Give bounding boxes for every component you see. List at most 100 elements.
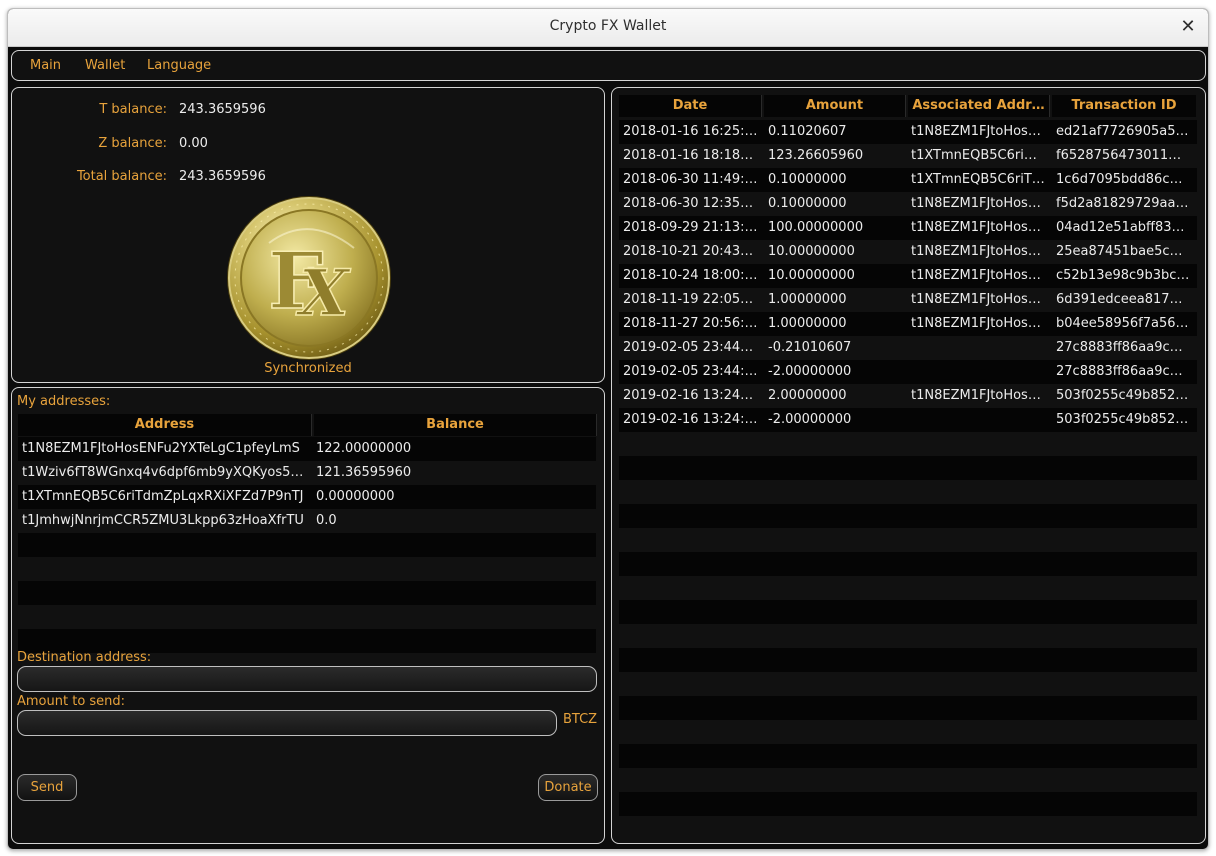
transaction-row[interactable]	[619, 600, 1197, 624]
tx-id-cell: f5d2a81829729aa…	[1056, 196, 1189, 211]
tx-amount-cell: 100.00000000	[768, 220, 864, 235]
tx-address-cell: t1N8EZM1FJtoHos…	[911, 124, 1041, 139]
tx-date-cell: 2018-11-19 22:05…	[623, 292, 754, 307]
transaction-row[interactable]	[619, 720, 1197, 744]
tx-address-cell: t1N8EZM1FJtoHos…	[911, 196, 1041, 211]
transaction-row[interactable]: 2018-10-24 18:00:… 10.00000000 t1N8EZM1FJt…	[619, 264, 1197, 288]
send-button[interactable]: Send	[17, 774, 77, 801]
transaction-row[interactable]: 2018-06-30 12:35… 0.10000000 t1N8EZM1FJtoH…	[619, 192, 1197, 216]
donate-button[interactable]: Donate	[538, 774, 598, 801]
transaction-row[interactable]: 2018-01-16 18:18… 123.26605960 t1XTmnEQB5C…	[619, 144, 1197, 168]
transaction-row[interactable]	[619, 576, 1197, 600]
fx-coin-logo: F X	[227, 196, 391, 360]
t-balance-label: T balance:	[99, 102, 167, 117]
tx-date-cell: 2018-06-30 12:35…	[623, 196, 754, 211]
destination-address-field[interactable]	[17, 666, 597, 692]
amount-label: Amount to send:	[17, 694, 126, 709]
tx-amount-cell: 2.00000000	[768, 388, 847, 403]
address-row[interactable]: t1Wziv6fT8WGnxq4v6dpf6mb9yXQKyos5… 121.36…	[18, 461, 596, 485]
address-row[interactable]	[18, 605, 596, 629]
address-row[interactable]	[18, 581, 596, 605]
date-column-header[interactable]: Date	[619, 95, 762, 117]
tx-date-cell: 2019-02-16 13:24:…	[623, 412, 758, 427]
tx-id-cell: 503f0255c49b852…	[1056, 412, 1189, 427]
address-cell: t1JmhwjNnrjmCCR5ZMU3Lkpp63zHoaXfrTU	[22, 513, 304, 528]
address-cell: t1XTmnEQB5C6riTdmZpLqxRXiXFZd7P9nTJ	[22, 489, 304, 504]
address-column-header[interactable]: Address	[18, 414, 312, 436]
transaction-row[interactable]: 2019-02-16 13:24:… -2.00000000 503f0255c49…	[619, 408, 1197, 432]
tx-id-cell: b04ee58956f7a56…	[1056, 316, 1189, 331]
transaction-row[interactable]: 2019-02-16 13:24… 2.00000000 t1N8EZM1FJtoH…	[619, 384, 1197, 408]
balance-cell: 0.00000000	[316, 489, 395, 504]
currency-label: BTCZ	[563, 712, 598, 727]
menu-main[interactable]: Main	[30, 58, 61, 73]
balance-column-header[interactable]: Balance	[314, 414, 597, 436]
transaction-row[interactable]: 2018-06-30 11:49:… 0.10000000 t1XTmnEQB5C6…	[619, 168, 1197, 192]
tx-date-cell: 2018-10-21 20:43…	[623, 244, 754, 259]
transaction-row[interactable]	[619, 432, 1197, 456]
tx-id-cell: 04ad12e51abff83…	[1056, 220, 1185, 235]
transaction-row[interactable]	[619, 552, 1197, 576]
tx-address-cell	[911, 360, 1051, 384]
tx-id-cell: ed21af7726905a5…	[1056, 124, 1189, 139]
transaction-row[interactable]: 2018-09-29 21:13:… 100.00000000 t1N8EZM1FJ…	[619, 216, 1197, 240]
z-balance-label: Z balance:	[98, 136, 167, 151]
t-balance-value: 243.3659596	[179, 102, 266, 117]
tx-date-cell: 2018-10-24 18:00:…	[623, 268, 758, 283]
window-title: Crypto FX Wallet	[549, 18, 667, 34]
tx-amount-cell: 0.10000000	[768, 172, 847, 187]
tx-amount-cell: 10.00000000	[768, 244, 855, 259]
tx-address-cell	[911, 408, 1051, 432]
transaction-row[interactable]: 2019-02-05 23:44:… -2.00000000 27c8883ff86…	[619, 360, 1197, 384]
balance-cell: 0.0	[316, 513, 337, 528]
tx-address-cell: t1N8EZM1FJtoHos…	[911, 292, 1041, 307]
transaction-row[interactable]: 2018-01-16 16:25:… 0.11020607 t1N8EZM1FJto…	[619, 120, 1197, 144]
tx-address-cell	[911, 336, 1051, 360]
transaction-row[interactable]	[619, 504, 1197, 528]
tx-id-cell: f6528756473011…	[1056, 148, 1182, 163]
tx-address-cell: t1N8EZM1FJtoHos…	[911, 316, 1041, 331]
address-row[interactable]: t1N8EZM1FJtoHosENFu2YXTeLgC1pfeyLmS 122.0…	[18, 437, 596, 461]
tx-address-cell: t1N8EZM1FJtoHos…	[911, 244, 1041, 259]
transaction-row[interactable]	[619, 480, 1197, 504]
tx-address-cell: t1N8EZM1FJtoHos…	[911, 220, 1041, 235]
address-cell: t1Wziv6fT8WGnxq4v6dpf6mb9yXQKyos5…	[22, 465, 304, 480]
transaction-row[interactable]: 2018-10-21 20:43… 10.00000000 t1N8EZM1FJto…	[619, 240, 1197, 264]
transaction-row[interactable]	[619, 672, 1197, 696]
transaction-row[interactable]	[619, 744, 1197, 768]
transaction-row[interactable]	[619, 696, 1197, 720]
total-balance-value: 243.3659596	[179, 169, 266, 184]
transaction-row[interactable]	[619, 768, 1197, 792]
transaction-id-column-header[interactable]: Transaction ID	[1052, 95, 1196, 117]
close-icon[interactable]: ✕	[1178, 17, 1198, 37]
tx-id-cell: 6d391edceea817…	[1056, 292, 1183, 307]
tx-id-cell: 1c6d7095bdd86c…	[1056, 172, 1183, 187]
menu-wallet[interactable]: Wallet	[85, 58, 125, 73]
transaction-row[interactable]: 2019-02-05 23:44… -0.21010607 27c8883ff86a…	[619, 336, 1197, 360]
destination-label: Destination address:	[17, 650, 152, 665]
transaction-row[interactable]: 2018-11-19 22:05… 1.00000000 t1N8EZM1FJtoH…	[619, 288, 1197, 312]
tx-amount-cell: -2.00000000	[768, 364, 852, 379]
transaction-row[interactable]	[619, 792, 1197, 816]
app-window: Crypto FX Wallet ✕ Main Wallet Language …	[7, 8, 1209, 850]
tx-id-cell: 27c8883ff86aa9c…	[1056, 364, 1183, 379]
address-row[interactable]	[18, 557, 596, 581]
send-panel: My addresses: Address Balance t1N8EZM1FJ…	[11, 387, 605, 844]
tx-id-cell: 27c8883ff86aa9c…	[1056, 340, 1183, 355]
tx-date-cell: 2018-01-16 16:25:…	[623, 124, 758, 139]
associated-address-column-header[interactable]: Associated Addr…	[908, 95, 1050, 117]
transaction-row[interactable]	[619, 648, 1197, 672]
total-balance-label: Total balance:	[76, 169, 167, 184]
address-cell: t1N8EZM1FJtoHosENFu2YXTeLgC1pfeyLmS	[22, 441, 300, 456]
amount-field[interactable]	[17, 710, 557, 736]
address-row[interactable]	[18, 533, 596, 557]
menu-language[interactable]: Language	[147, 58, 211, 73]
amount-column-header[interactable]: Amount	[764, 95, 906, 117]
tx-amount-cell: 0.10000000	[768, 196, 847, 211]
transaction-row[interactable]	[619, 456, 1197, 480]
address-row[interactable]: t1XTmnEQB5C6riTdmZpLqxRXiXFZd7P9nTJ 0.000…	[18, 485, 596, 509]
transaction-row[interactable]	[619, 528, 1197, 552]
transaction-row[interactable]: 2018-11-27 20:56:… 1.00000000 t1N8EZM1FJto…	[619, 312, 1197, 336]
address-row[interactable]: t1JmhwjNnrjmCCR5ZMU3Lkpp63zHoaXfrTU 0.0	[18, 509, 596, 533]
transaction-row[interactable]	[619, 624, 1197, 648]
